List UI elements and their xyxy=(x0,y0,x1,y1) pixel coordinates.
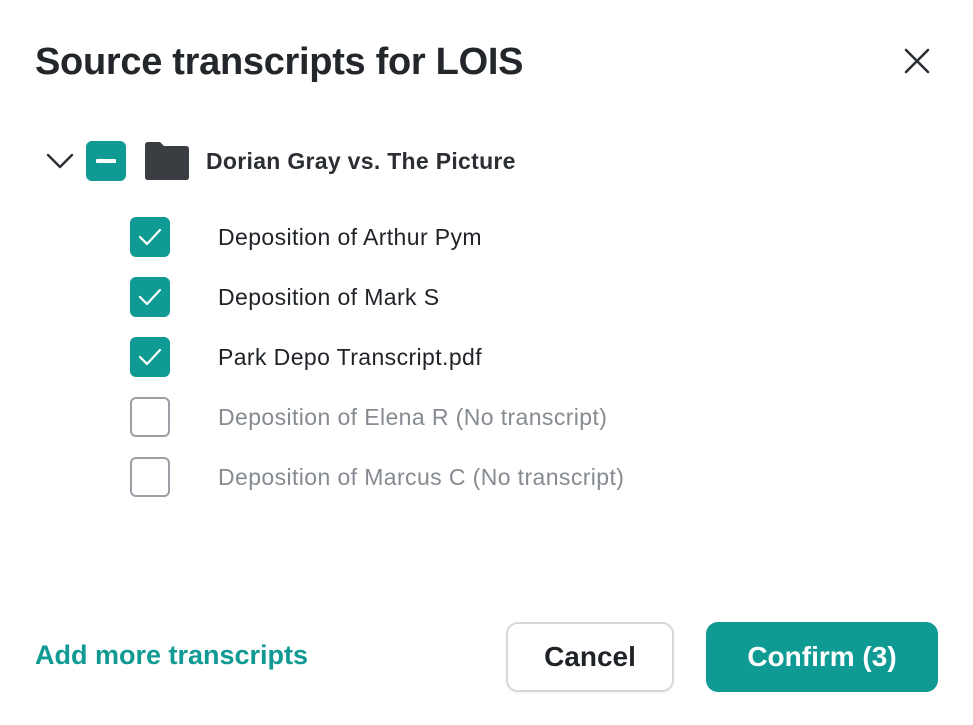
dialog-title: Source transcripts for LOIS xyxy=(35,41,524,83)
source-transcripts-dialog: Source transcripts for LOIS Dorian Gray … xyxy=(0,0,973,725)
item-checkbox[interactable] xyxy=(130,277,170,317)
item-checkbox[interactable] xyxy=(130,337,170,377)
checkmark-icon xyxy=(138,288,162,306)
checkmark-icon xyxy=(138,348,162,366)
folder-row: Dorian Gray vs. The Picture xyxy=(40,138,516,184)
confirm-button[interactable]: Confirm (3) xyxy=(706,622,938,692)
chevron-down-icon xyxy=(46,153,74,169)
list-item[interactable]: Park Depo Transcript.pdf xyxy=(130,327,624,387)
folder-icon xyxy=(142,141,190,181)
item-checkbox[interactable] xyxy=(130,217,170,257)
list-item[interactable]: Deposition of Arthur Pym xyxy=(130,207,624,267)
item-checkbox[interactable] xyxy=(130,397,170,437)
item-label: Deposition of Mark S xyxy=(218,283,440,310)
transcript-list: Deposition of Arthur Pym Deposition of M… xyxy=(130,207,624,507)
indeterminate-icon xyxy=(96,159,116,163)
add-more-transcripts-link[interactable]: Add more transcripts xyxy=(35,640,308,671)
list-item[interactable]: Deposition of Mark S xyxy=(130,267,624,327)
folder-name: Dorian Gray vs. The Picture xyxy=(206,147,516,174)
checkmark-icon xyxy=(138,228,162,246)
item-checkbox[interactable] xyxy=(130,457,170,497)
cancel-button[interactable]: Cancel xyxy=(506,622,674,692)
expand-toggle[interactable] xyxy=(42,143,78,179)
list-item[interactable]: Deposition of Marcus C (No transcript) xyxy=(130,447,624,507)
item-label: Park Depo Transcript.pdf xyxy=(218,343,482,370)
close-button[interactable] xyxy=(898,42,936,80)
item-label: Deposition of Elena R (No transcript) xyxy=(218,403,608,430)
item-label: Deposition of Marcus C (No transcript) xyxy=(218,463,625,490)
item-label: Deposition of Arthur Pym xyxy=(218,223,482,250)
close-icon xyxy=(904,48,930,74)
list-item[interactable]: Deposition of Elena R (No transcript) xyxy=(130,387,624,447)
folder-select-checkbox[interactable] xyxy=(86,141,126,181)
